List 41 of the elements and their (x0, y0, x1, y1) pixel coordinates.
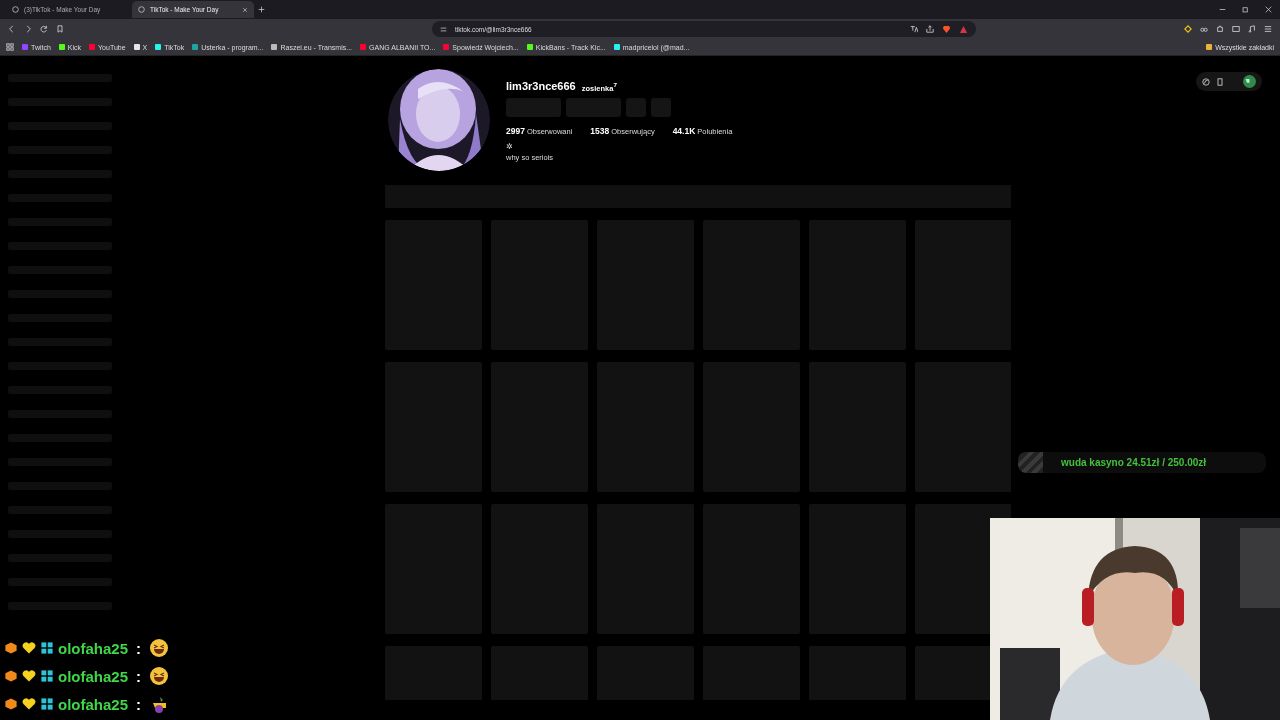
menu-icon[interactable] (1264, 25, 1272, 33)
close-icon[interactable] (1265, 6, 1272, 13)
chat-colon: : (136, 695, 142, 713)
cube-badge-icon (4, 641, 18, 655)
minimize-icon[interactable] (1219, 6, 1226, 13)
reload-icon[interactable] (40, 25, 48, 33)
heart-badge-icon (22, 641, 36, 655)
new-tab-icon[interactable] (258, 6, 265, 13)
sidebar-icon[interactable] (1232, 25, 1240, 33)
back-icon[interactable] (8, 25, 16, 33)
stat-value: 44.1K (672, 126, 696, 136)
site-settings-icon[interactable] (440, 25, 447, 33)
grid-badge-icon (40, 669, 54, 683)
music-icon[interactable] (1248, 25, 1256, 33)
stat-value: 2997 (506, 126, 525, 136)
chat-colon: : (136, 667, 142, 685)
compass-icon[interactable] (1202, 77, 1210, 86)
goal-text: wuda kasyno 24.51zł / 250.00zł (1061, 457, 1207, 468)
cube-badge-icon (4, 669, 18, 683)
restore-icon[interactable] (1242, 6, 1249, 13)
phone-icon[interactable] (1216, 77, 1224, 86)
stat-value: 1538 (590, 126, 610, 136)
grid-badge-icon (40, 697, 54, 711)
chat-username: olofaha25 (58, 639, 129, 657)
forward-icon[interactable] (24, 25, 32, 33)
laughing-face-icon (149, 666, 170, 686)
glasses-icon[interactable] (1200, 25, 1208, 33)
chat-username: olofaha25 (58, 695, 129, 713)
laughing-face-icon (149, 638, 170, 658)
username: lim3r3nce666 (506, 80, 576, 92)
triangle-icon[interactable] (959, 24, 968, 34)
cube-badge-icon (4, 697, 18, 711)
translate-icon[interactable] (910, 25, 918, 33)
close-icon[interactable] (242, 6, 248, 13)
heart-badge-icon (22, 669, 36, 683)
grid-badge-icon (40, 641, 54, 655)
chat-username: olofaha25 (58, 667, 129, 685)
share-icon[interactable] (926, 25, 934, 33)
heart-badge-icon (22, 697, 36, 711)
chat-colon: : (136, 639, 142, 657)
bookmark-icon[interactable] (56, 25, 64, 33)
